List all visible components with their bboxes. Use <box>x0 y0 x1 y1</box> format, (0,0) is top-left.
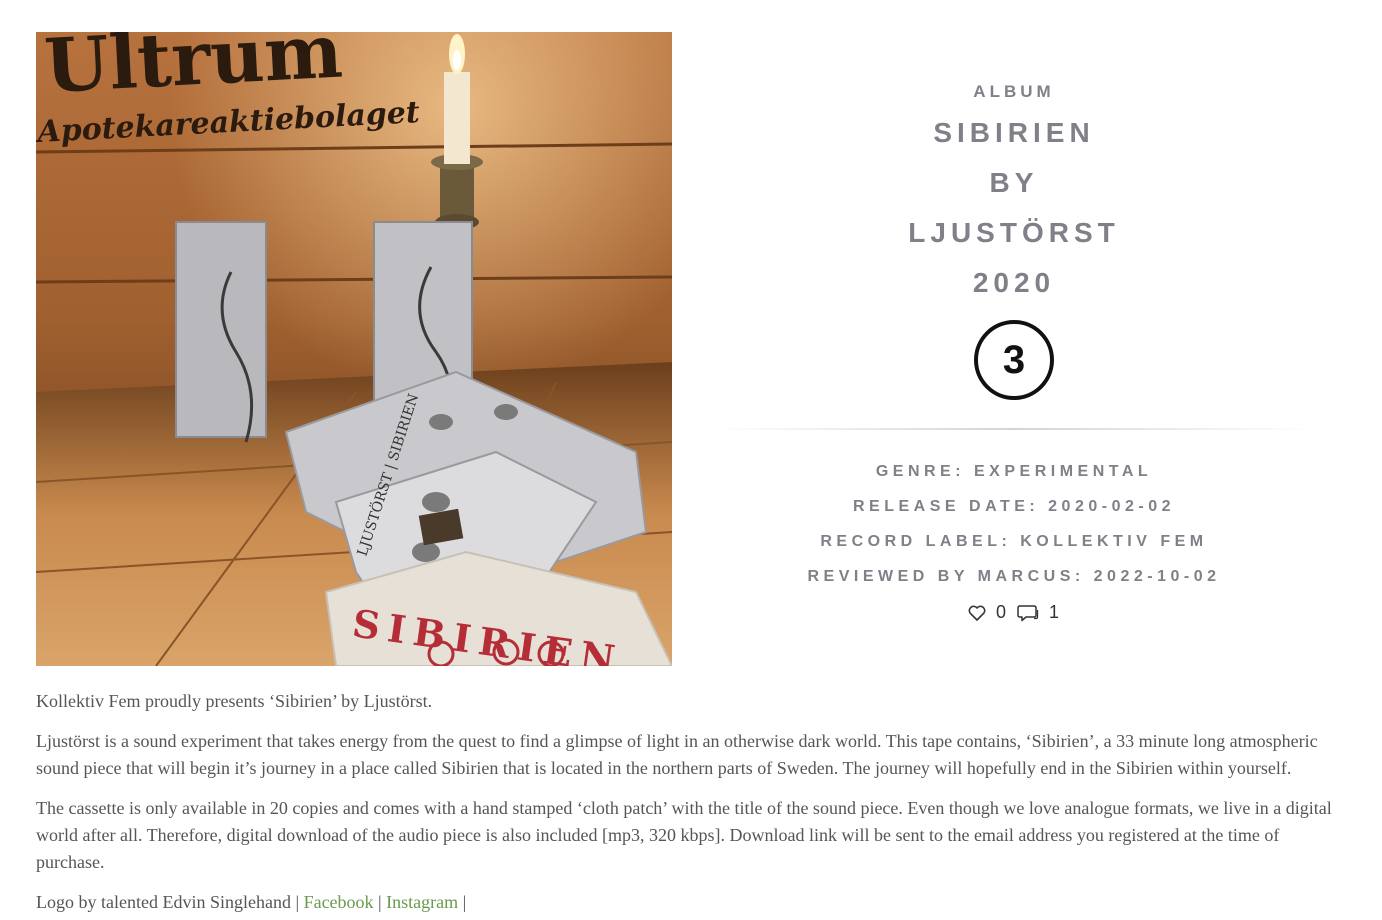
heart-icon <box>968 605 986 621</box>
album-kind-label: ALBUM <box>973 82 1055 101</box>
credit-trailing: | <box>458 892 467 912</box>
comments-link[interactable]: 1 <box>1017 602 1060 623</box>
reviewed-by-line: REVIEWED BY MARCUS: 2022-10-02 <box>807 568 1221 585</box>
credit-prefix: Logo by talented Edvin Singlehand | <box>36 892 304 912</box>
instagram-link[interactable]: Instagram <box>386 892 458 912</box>
description-paragraph-1: Kollektiv Fem proudly presents ‘Sibirien… <box>36 691 433 711</box>
rating-badge: 3 <box>974 320 1054 400</box>
album-details: GENRE: EXPERIMENTAL RELEASE DATE: 2020-0… <box>714 454 1314 594</box>
release-date-line: RELEASE DATE: 2020-02-02 <box>853 498 1175 515</box>
album-by-label: BY <box>989 167 1039 198</box>
credit-separator: | <box>373 892 387 912</box>
description-paragraph-3: The cassette is only available in 20 cop… <box>36 798 1332 872</box>
speech-bubble-icon <box>1017 604 1039 621</box>
review-stats: 0 1 <box>714 602 1314 623</box>
like-count: 0 <box>995 602 1007 622</box>
album-title: SIBIRIEN <box>933 117 1095 148</box>
section-divider <box>714 428 1314 430</box>
record-label-line: RECORD LABEL: KOLLEKTIV FEM <box>820 533 1208 550</box>
facebook-link[interactable]: Facebook <box>304 892 374 912</box>
like-button[interactable]: 0 <box>968 602 1007 623</box>
cover-photo-illustration: Ultrum Apotekareaktiebolaget LJUSTÖRST |… <box>36 32 672 666</box>
album-title-block: SIBIRIEN BY LJUSTÖRST 2020 <box>714 108 1314 308</box>
album-year: 2020 <box>972 267 1056 298</box>
review-description: Kollektiv Fem proudly presents ‘Sibirien… <box>36 688 1346 920</box>
genre-line: GENRE: EXPERIMENTAL <box>875 463 1153 480</box>
rating-value: 3 <box>1002 337 1026 382</box>
album-meta: ALBUM SIBIRIEN BY LJUSTÖRST 2020 3 GENRE… <box>714 78 1314 623</box>
credits-line: Logo by talented Edvin Singlehand | Face… <box>36 889 1346 916</box>
album-cover-image: Ultrum Apotekareaktiebolaget LJUSTÖRST |… <box>36 32 672 666</box>
comment-count: 1 <box>1049 602 1061 622</box>
album-artist: LJUSTÖRST <box>908 217 1120 248</box>
description-paragraph-2: Ljustörst is a sound experiment that tak… <box>36 731 1318 778</box>
